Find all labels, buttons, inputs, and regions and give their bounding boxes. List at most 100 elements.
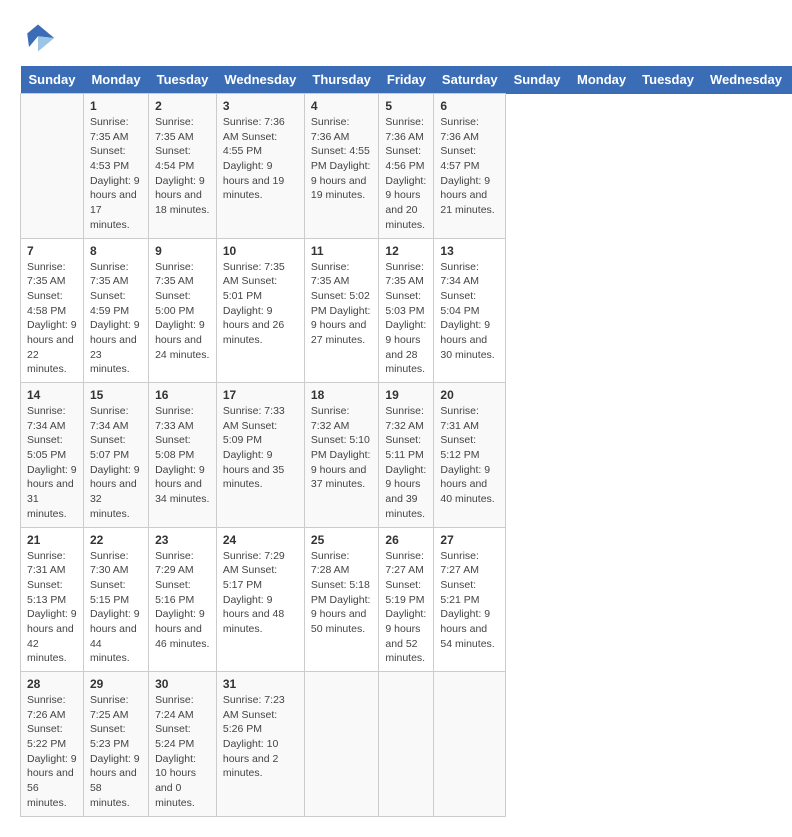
header-wednesday: Wednesday <box>216 66 304 94</box>
day-cell: 24 Sunrise: 7:29 AM Sunset: 5:17 PM Dayli… <box>216 527 304 672</box>
day-cell: 1Sunrise: 7:35 AM Sunset: 4:53 PM Daylig… <box>83 94 148 239</box>
day-info: Sunrise: 7:33 AM Sunset: 5:08 PM Dayligh… <box>155 404 210 507</box>
day-info: Sunrise: 7:36 AM Sunset: 4:55 PM Dayligh… <box>311 115 373 203</box>
day-number: 8 <box>90 244 142 258</box>
calendar-header-row: SundayMondayTuesdayWednesdayThursdayFrid… <box>21 66 792 94</box>
day-cell: 29Sunrise: 7:25 AM Sunset: 5:23 PM Dayli… <box>83 672 148 817</box>
header-saturday: Saturday <box>434 66 506 94</box>
day-info: Sunrise: 7:25 AM Sunset: 5:23 PM Dayligh… <box>90 693 142 811</box>
day-info: Sunrise: 7:29 AM Sunset: 5:17 PM Dayligh… <box>223 549 298 637</box>
logo-icon <box>20 20 56 56</box>
day-number: 24 <box>223 533 298 547</box>
day-cell: 8Sunrise: 7:35 AM Sunset: 4:59 PM Daylig… <box>83 238 148 383</box>
day-cell: 22 Sunrise: 7:30 AM Sunset: 5:15 PM Dayli… <box>83 527 148 672</box>
day-cell: 16 Sunrise: 7:33 AM Sunset: 5:08 PM Dayli… <box>149 383 217 528</box>
day-number: 15 <box>90 388 142 402</box>
day-number: 9 <box>155 244 210 258</box>
day-number: 18 <box>311 388 373 402</box>
day-info: Sunrise: 7:34 AM Sunset: 5:05 PM Dayligh… <box>27 404 77 522</box>
day-cell: 13 Sunrise: 7:34 AM Sunset: 5:04 PM Dayli… <box>434 238 506 383</box>
day-cell: 2Sunrise: 7:35 AM Sunset: 4:54 PM Daylig… <box>149 94 217 239</box>
day-cell: 26 Sunrise: 7:27 AM Sunset: 5:19 PM Dayli… <box>379 527 434 672</box>
day-info: Sunrise: 7:36 AM Sunset: 4:57 PM Dayligh… <box>440 115 499 218</box>
day-cell: 4 Sunrise: 7:36 AM Sunset: 4:55 PM Daylig… <box>304 94 379 239</box>
day-number: 23 <box>155 533 210 547</box>
day-cell: 10 Sunrise: 7:35 AM Sunset: 5:01 PM Dayli… <box>216 238 304 383</box>
day-info: Sunrise: 7:36 AM Sunset: 4:55 PM Dayligh… <box>223 115 298 203</box>
day-number: 19 <box>385 388 427 402</box>
day-info: Sunrise: 7:28 AM Sunset: 5:18 PM Dayligh… <box>311 549 373 637</box>
day-number: 26 <box>385 533 427 547</box>
day-number: 10 <box>223 244 298 258</box>
day-number: 6 <box>440 99 499 113</box>
day-cell: 20 Sunrise: 7:31 AM Sunset: 5:12 PM Dayli… <box>434 383 506 528</box>
day-number: 5 <box>385 99 427 113</box>
day-info: Sunrise: 7:32 AM Sunset: 5:10 PM Dayligh… <box>311 404 373 492</box>
day-info: Sunrise: 7:31 AM Sunset: 5:12 PM Dayligh… <box>440 404 499 507</box>
day-number: 13 <box>440 244 499 258</box>
day-info: Sunrise: 7:35 AM Sunset: 5:02 PM Dayligh… <box>311 260 373 348</box>
day-cell: 5 Sunrise: 7:36 AM Sunset: 4:56 PM Daylig… <box>379 94 434 239</box>
day-info: Sunrise: 7:36 AM Sunset: 4:56 PM Dayligh… <box>385 115 427 233</box>
day-cell: 19 Sunrise: 7:32 AM Sunset: 5:11 PM Dayli… <box>379 383 434 528</box>
day-info: Sunrise: 7:29 AM Sunset: 5:16 PM Dayligh… <box>155 549 210 652</box>
day-cell <box>379 672 434 817</box>
day-cell: 12 Sunrise: 7:35 AM Sunset: 5:03 PM Dayli… <box>379 238 434 383</box>
day-number: 12 <box>385 244 427 258</box>
day-cell: 28Sunrise: 7:26 AM Sunset: 5:22 PM Dayli… <box>21 672 84 817</box>
header-friday: Friday <box>379 66 434 94</box>
day-info: Sunrise: 7:32 AM Sunset: 5:11 PM Dayligh… <box>385 404 427 522</box>
day-info: Sunrise: 7:30 AM Sunset: 5:15 PM Dayligh… <box>90 549 142 667</box>
header-tuesday: Tuesday <box>149 66 217 94</box>
logo <box>20 20 60 56</box>
day-cell: 31 Sunrise: 7:23 AM Sunset: 5:26 PM Dayli… <box>216 672 304 817</box>
header-sunday: Sunday <box>21 66 84 94</box>
day-number: 31 <box>223 677 298 691</box>
day-info: Sunrise: 7:23 AM Sunset: 5:26 PM Dayligh… <box>223 693 298 781</box>
day-cell: 3 Sunrise: 7:36 AM Sunset: 4:55 PM Daylig… <box>216 94 304 239</box>
header-thursday: Thursday <box>304 66 379 94</box>
day-info: Sunrise: 7:24 AM Sunset: 5:24 PM Dayligh… <box>155 693 210 811</box>
day-cell <box>304 672 379 817</box>
page-header <box>20 20 772 56</box>
day-cell: 23 Sunrise: 7:29 AM Sunset: 5:16 PM Dayli… <box>149 527 217 672</box>
day-number: 20 <box>440 388 499 402</box>
day-number: 11 <box>311 244 373 258</box>
day-number: 21 <box>27 533 77 547</box>
week-row-1: 1Sunrise: 7:35 AM Sunset: 4:53 PM Daylig… <box>21 94 792 239</box>
day-info: Sunrise: 7:35 AM Sunset: 4:54 PM Dayligh… <box>155 115 210 218</box>
day-info: Sunrise: 7:35 AM Sunset: 5:03 PM Dayligh… <box>385 260 427 378</box>
week-row-3: 14Sunrise: 7:34 AM Sunset: 5:05 PM Dayli… <box>21 383 792 528</box>
calendar-table: SundayMondayTuesdayWednesdayThursdayFrid… <box>20 66 792 817</box>
day-cell: 9Sunrise: 7:35 AM Sunset: 5:00 PM Daylig… <box>149 238 217 383</box>
col-header-tuesday: Tuesday <box>634 66 702 94</box>
day-cell: 17 Sunrise: 7:33 AM Sunset: 5:09 PM Dayli… <box>216 383 304 528</box>
day-number: 22 <box>90 533 142 547</box>
day-cell: 21 Sunrise: 7:31 AM Sunset: 5:13 PM Dayli… <box>21 527 84 672</box>
week-row-4: 21 Sunrise: 7:31 AM Sunset: 5:13 PM Dayli… <box>21 527 792 672</box>
day-cell: 30Sunrise: 7:24 AM Sunset: 5:24 PM Dayli… <box>149 672 217 817</box>
day-number: 17 <box>223 388 298 402</box>
week-row-2: 7Sunrise: 7:35 AM Sunset: 4:58 PM Daylig… <box>21 238 792 383</box>
week-row-5: 28Sunrise: 7:26 AM Sunset: 5:22 PM Dayli… <box>21 672 792 817</box>
day-number: 27 <box>440 533 499 547</box>
day-cell: 7Sunrise: 7:35 AM Sunset: 4:58 PM Daylig… <box>21 238 84 383</box>
col-header-wednesday: Wednesday <box>702 66 790 94</box>
day-info: Sunrise: 7:27 AM Sunset: 5:21 PM Dayligh… <box>440 549 499 652</box>
day-number: 3 <box>223 99 298 113</box>
day-cell: 6 Sunrise: 7:36 AM Sunset: 4:57 PM Daylig… <box>434 94 506 239</box>
day-info: Sunrise: 7:34 AM Sunset: 5:04 PM Dayligh… <box>440 260 499 363</box>
day-info: Sunrise: 7:31 AM Sunset: 5:13 PM Dayligh… <box>27 549 77 667</box>
day-cell: 11 Sunrise: 7:35 AM Sunset: 5:02 PM Dayli… <box>304 238 379 383</box>
col-header-monday: Monday <box>569 66 634 94</box>
day-info: Sunrise: 7:35 AM Sunset: 4:58 PM Dayligh… <box>27 260 77 378</box>
day-info: Sunrise: 7:27 AM Sunset: 5:19 PM Dayligh… <box>385 549 427 667</box>
day-cell: 14Sunrise: 7:34 AM Sunset: 5:05 PM Dayli… <box>21 383 84 528</box>
day-number: 4 <box>311 99 373 113</box>
day-info: Sunrise: 7:33 AM Sunset: 5:09 PM Dayligh… <box>223 404 298 492</box>
day-cell: 25Sunrise: 7:28 AM Sunset: 5:18 PM Dayli… <box>304 527 379 672</box>
day-info: Sunrise: 7:35 AM Sunset: 5:01 PM Dayligh… <box>223 260 298 348</box>
day-info: Sunrise: 7:26 AM Sunset: 5:22 PM Dayligh… <box>27 693 77 811</box>
header-monday: Monday <box>83 66 148 94</box>
day-number: 16 <box>155 388 210 402</box>
